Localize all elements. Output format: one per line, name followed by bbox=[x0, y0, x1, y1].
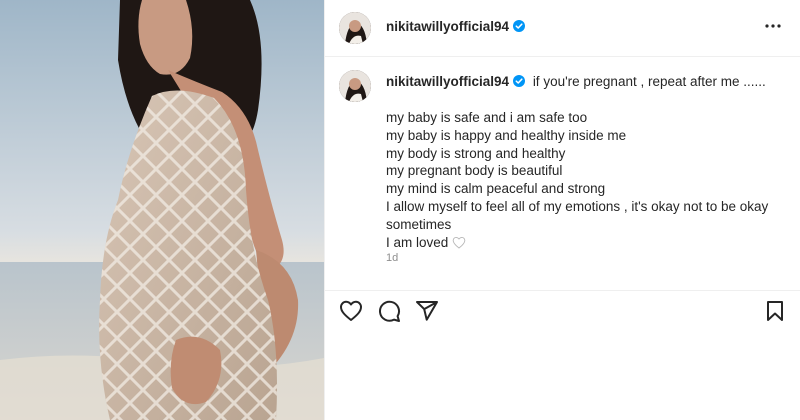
post-caption: nikitawillyofficial94 if you're pregnant… bbox=[325, 57, 800, 289]
caption-avatar[interactable] bbox=[339, 70, 371, 102]
save-button[interactable] bbox=[763, 299, 787, 323]
caption-line: I am loved bbox=[386, 234, 449, 250]
avatar-image bbox=[339, 70, 371, 102]
heart-icon bbox=[340, 300, 362, 321]
post-timestamp[interactable]: 1d bbox=[386, 252, 398, 264]
username[interactable]: nikitawillyofficial94 bbox=[386, 19, 526, 34]
more-options-icon bbox=[765, 24, 781, 28]
post-actions bbox=[325, 291, 800, 341]
verified-badge-icon bbox=[513, 20, 526, 32]
post-header: nikitawillyofficial94 bbox=[325, 0, 800, 57]
share-icon bbox=[416, 301, 438, 321]
verified-badge-icon bbox=[513, 75, 526, 87]
more-options-button[interactable] bbox=[761, 14, 785, 38]
username-text[interactable]: nikitawillyofficial94 bbox=[386, 19, 509, 34]
caption-line: my mind is calm peaceful and strong bbox=[386, 181, 606, 197]
caption-line: I allow myself to feel all of my emotion… bbox=[386, 198, 769, 214]
caption-line: sometimes bbox=[386, 216, 452, 232]
instagram-post: nikitawillyofficial94 nikitawillyofficia… bbox=[0, 0, 800, 420]
caption-intro: if you're pregnant , repeat after me ...… bbox=[532, 74, 766, 89]
caption-line: my baby is safe and i am safe too bbox=[386, 110, 588, 125]
post-photo[interactable] bbox=[0, 0, 324, 420]
bookmark-icon bbox=[767, 301, 783, 321]
share-button[interactable] bbox=[415, 299, 439, 323]
caption-line: my body is strong and healthy bbox=[386, 145, 566, 161]
caption-header: nikitawillyofficial94 if you're pregnant… bbox=[386, 74, 766, 89]
avatar-image bbox=[339, 12, 371, 44]
avatar[interactable] bbox=[339, 12, 371, 44]
pregnant-woman-beach-photo bbox=[0, 0, 324, 420]
post-side-panel: nikitawillyofficial94 nikitawillyofficia… bbox=[324, 0, 800, 420]
like-button[interactable] bbox=[339, 299, 363, 323]
comment-icon bbox=[379, 300, 400, 322]
white-heart-icon bbox=[452, 236, 466, 249]
caption-username[interactable]: nikitawillyofficial94 bbox=[386, 74, 509, 89]
comment-button[interactable] bbox=[377, 299, 401, 323]
caption-line: my pregnant body is beautiful bbox=[386, 163, 563, 179]
caption-line-last: I am loved bbox=[386, 234, 786, 252]
caption-line: my baby is happy and healthy inside me bbox=[386, 127, 627, 143]
caption-body: my baby is safe and i am safe too my bab… bbox=[386, 109, 786, 251]
